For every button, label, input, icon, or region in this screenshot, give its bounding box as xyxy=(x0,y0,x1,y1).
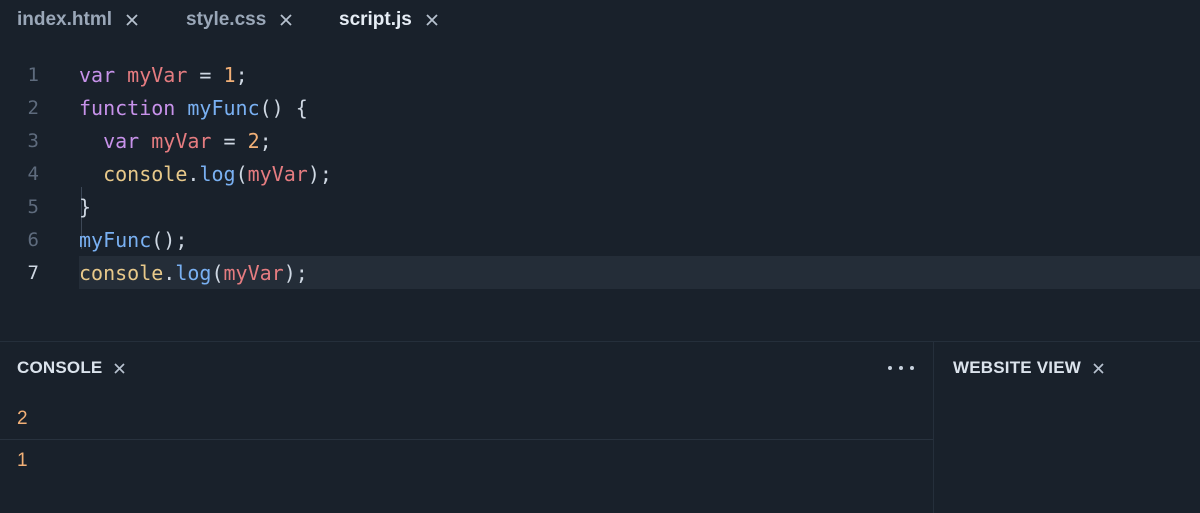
code-token: } xyxy=(79,194,92,219)
tab-bar: index.html style.css script.js xyxy=(0,0,1200,40)
code-token: var xyxy=(79,62,116,87)
ellipsis-icon[interactable] xyxy=(888,360,914,376)
console-title: CONSOLE xyxy=(17,358,103,377)
code-token: myVar xyxy=(151,128,212,153)
tab-label: script.js xyxy=(339,9,412,30)
console-output-value: 1 xyxy=(17,450,28,471)
close-icon[interactable] xyxy=(279,13,293,27)
line-number: 5 xyxy=(27,195,39,218)
code-token: ; xyxy=(235,62,248,87)
code-token: ( xyxy=(235,161,248,186)
tab-style-css[interactable]: style.css xyxy=(186,0,293,40)
website-view-title: WEBSITE VIEW xyxy=(953,358,1082,377)
code-text: console.log(myVar); xyxy=(79,162,332,186)
code-text: var myVar = 1; xyxy=(79,63,248,87)
code-token: = xyxy=(211,128,248,153)
code-text: } xyxy=(79,195,91,219)
code-line[interactable]: 3 var myVar = 2; xyxy=(0,124,1200,157)
code-token: ( xyxy=(211,260,224,285)
code-token: () { xyxy=(259,95,308,120)
console-row-divider xyxy=(0,439,933,440)
tab-label: style.css xyxy=(186,9,267,30)
code-text: var myVar = 2; xyxy=(79,129,272,153)
line-number: 2 xyxy=(27,96,39,119)
code-text: function myFunc() { xyxy=(79,96,308,120)
code-line[interactable]: 4 console.log(myVar); xyxy=(0,157,1200,190)
code-token: myVar xyxy=(127,62,188,87)
code-editor[interactable]: 1 var myVar = 1; 2 function myFunc() {3 var… xyxy=(0,58,1200,340)
close-icon[interactable] xyxy=(425,13,439,27)
code-token: ); xyxy=(283,260,308,285)
line-number: 4 xyxy=(27,162,39,185)
line-number: 7 xyxy=(27,261,39,284)
line-number: 3 xyxy=(27,129,39,152)
code-token: console xyxy=(103,161,188,186)
code-token: = xyxy=(187,62,224,87)
console-panel-header: CONSOLE xyxy=(17,358,126,378)
tab-label: index.html xyxy=(17,9,113,30)
code-line[interactable]: 6 myFunc(); xyxy=(0,223,1200,256)
code-token: 2 xyxy=(247,128,260,153)
code-token: . xyxy=(163,260,176,285)
code-text: myFunc(); xyxy=(79,228,187,252)
code-token: console xyxy=(79,260,164,285)
line-number: 1 xyxy=(27,63,39,86)
code-token: (); xyxy=(151,227,188,252)
code-line[interactable]: 1 var myVar = 1; xyxy=(0,58,1200,91)
website-view-header: WEBSITE VIEW xyxy=(953,358,1105,378)
tab-script-js[interactable]: script.js xyxy=(339,0,439,40)
code-token: myFunc xyxy=(79,227,152,252)
panel-splitter[interactable] xyxy=(933,341,934,513)
console-output-line: 1 xyxy=(0,441,933,481)
code-token: function xyxy=(79,95,176,120)
code-token: var xyxy=(103,128,140,153)
console-output-line: 2 xyxy=(0,399,933,439)
code-token: ); xyxy=(307,161,332,186)
close-icon[interactable] xyxy=(125,13,139,27)
close-icon[interactable] xyxy=(1092,362,1105,375)
code-line[interactable]: 5} xyxy=(0,190,1200,223)
console-output-value: 2 xyxy=(17,408,28,429)
code-token: myVar xyxy=(223,260,284,285)
tab-index-html[interactable]: index.html xyxy=(17,0,139,40)
code-token: 1 xyxy=(223,62,236,87)
code-token: log xyxy=(199,161,236,186)
code-token: myVar xyxy=(247,161,308,186)
code-line[interactable]: 2 function myFunc() { xyxy=(0,91,1200,124)
panel-divider xyxy=(0,341,1200,342)
code-line[interactable]: 7 console.log(myVar); xyxy=(0,256,1200,289)
code-token: myFunc xyxy=(187,95,260,120)
code-text: console.log(myVar); xyxy=(79,261,308,285)
code-token: ; xyxy=(259,128,272,153)
close-icon[interactable] xyxy=(113,362,126,375)
code-token: log xyxy=(175,260,212,285)
code-token: . xyxy=(187,161,200,186)
line-number: 6 xyxy=(27,228,39,251)
